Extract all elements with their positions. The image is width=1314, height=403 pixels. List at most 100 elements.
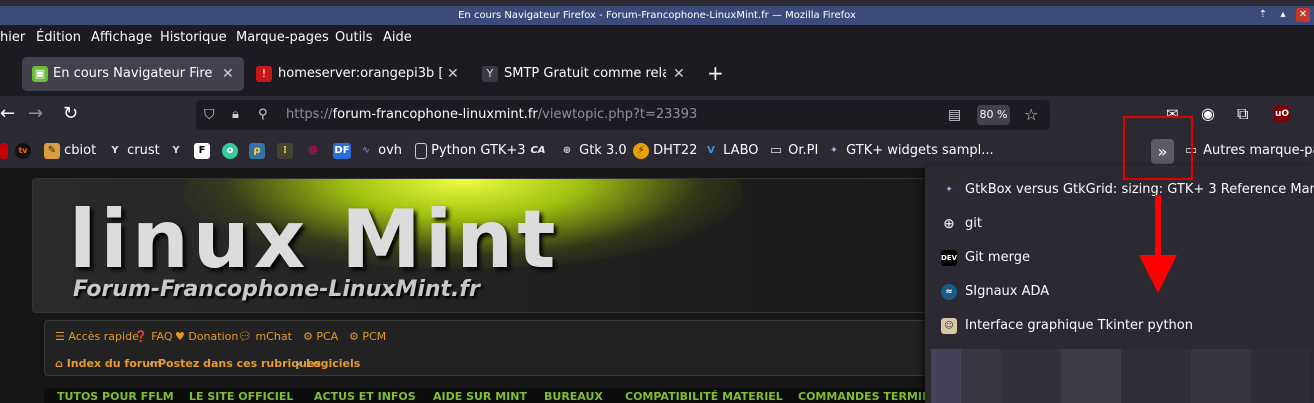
bookmark-item[interactable]: [0, 142, 8, 160]
bookmark-item[interactable]: @: [305, 142, 321, 160]
bookmark-dht22[interactable]: ⚡ DHT22: [633, 142, 697, 160]
category-link[interactable]: ACTUS ET INFOS: [314, 390, 416, 403]
bookmark-python-gtk3[interactable]: Python GTK+3: [415, 142, 526, 160]
tab[interactable]: Y SMTP Gratuit comme relais ✕: [474, 57, 692, 91]
dev-favicon-icon: DEV: [941, 250, 957, 266]
category-link[interactable]: COMMANDES TERMINA: [798, 390, 940, 403]
window-restore-icon[interactable]: ▴: [1276, 8, 1290, 22]
tab[interactable]: ! homeserver:orangepi3b [Cy ✕: [248, 57, 470, 91]
menu-file[interactable]: hier: [0, 30, 25, 45]
tab-close-icon[interactable]: ✕: [222, 57, 234, 91]
forward-icon[interactable]: →: [28, 104, 43, 124]
category-link[interactable]: LE SITE OFFICIEL: [189, 390, 293, 403]
reader-view-icon[interactable]: ▤: [948, 100, 961, 130]
zoom-level-button[interactable]: 80 %: [977, 105, 1010, 125]
nav-bar: ← → ↻ ⛉ 🔒︎ ⚲ https://forum-francophone-l…: [0, 96, 1314, 134]
bookmark-item[interactable]: DF: [333, 142, 351, 160]
bookmark-gtk30[interactable]: ⊕ Gtk 3.0: [559, 142, 627, 160]
linuxmint-favicon-icon: ▣: [32, 66, 48, 82]
reload-icon[interactable]: ↻: [63, 104, 78, 124]
y-favicon-icon: Y: [482, 66, 498, 82]
overflow-bookmark-git-merge[interactable]: DEV Git merge: [925, 241, 1314, 275]
breadcrumb-logiciels[interactable]: Logiciels: [306, 357, 360, 370]
forum-category-bar: TUTOS POUR FFLM LE SITE OFFICIEL ACTUS E…: [44, 388, 944, 403]
bookmark-ovh[interactable]: ∿ ovh: [358, 142, 402, 160]
quick-access-link[interactable]: ☰ Accès rapide: [55, 330, 139, 343]
crust-favicon-icon: Y: [111, 144, 119, 156]
ublock-icon[interactable]: uO: [1274, 106, 1290, 122]
mchat-link[interactable]: 💬︎ mChat: [238, 330, 292, 343]
bookmark-folder-orpi[interactable]: ▭ Or.PI: [768, 142, 819, 160]
breadcrumb-separator: ‹: [297, 357, 302, 370]
overflow-bookmark-gtkbox[interactable]: ✦ GtkBox versus GtkGrid: sizing: GTK+ 3 …: [925, 173, 1314, 207]
faq-link[interactable]: ❓ FAQ: [134, 330, 173, 343]
debian-favicon-icon: @: [308, 144, 318, 156]
bookmark-item[interactable]: Y: [168, 142, 184, 160]
bookmark-label: Gtk 3.0: [579, 143, 627, 158]
tab-active[interactable]: ▣ En cours Navigateur Firefox ✕: [22, 57, 244, 91]
window-maximize-icon[interactable]: ⇡: [1256, 8, 1270, 22]
bookmark-crust[interactable]: Y crust: [107, 142, 159, 160]
python-favicon-icon: ρ: [249, 142, 265, 159]
link-label: FAQ: [151, 330, 173, 343]
tab-label: SMTP Gratuit comme relais: [504, 66, 666, 81]
bookmark-label: cbiot: [64, 143, 97, 158]
annotation-arrowhead-icon: [1139, 255, 1177, 293]
other-bookmarks-folder[interactable]: ▭ Autres marque-pag: [1183, 142, 1314, 160]
bookmark-label: LABO: [723, 143, 759, 158]
breadcrumb-index[interactable]: ⌂ Index du forum: [55, 357, 162, 370]
pcm-link[interactable]: ⚙ PCM: [349, 330, 386, 343]
url-bar[interactable]: ⛉ 🔒︎ ⚲ https://forum-francophone-linuxmi…: [196, 100, 1050, 130]
dht-favicon-icon: ⚡: [633, 142, 649, 159]
tab-label: homeserver:orangepi3b [Cy: [278, 66, 443, 81]
permissions-icon[interactable]: ⚲: [258, 100, 268, 130]
tab-close-icon[interactable]: ✕: [673, 57, 685, 91]
category-link[interactable]: BUREAUX: [544, 390, 603, 403]
new-tab-button[interactable]: +: [707, 61, 724, 85]
bookmark-gtk-widgets[interactable]: ✦ GTK+ widgets sampl...: [826, 142, 994, 160]
lock-icon[interactable]: 🔒︎: [232, 100, 239, 130]
overflow-bookmark-tkinter[interactable]: ☺ Interface graphique Tkinter python: [925, 309, 1314, 343]
url-path: /viewtopic.php?t=23393: [537, 107, 698, 122]
bookmark-label: DHT22: [653, 143, 698, 158]
tkinter-favicon-icon: ☺: [941, 318, 957, 334]
bookmark-label: Interface graphique Tkinter python: [965, 318, 1193, 333]
bookmark-item[interactable]: F: [194, 142, 210, 160]
bookmark-cbiot[interactable]: ✎ cbiot: [44, 142, 96, 160]
category-link[interactable]: AIDE SUR MINT: [433, 390, 527, 403]
bookmark-label: GTK+ widgets sampl...: [846, 143, 994, 158]
extensions-icon[interactable]: ⧉: [1237, 104, 1248, 124]
bookmark-item[interactable]: ρ: [249, 142, 265, 160]
menu-help[interactable]: Aide: [383, 30, 412, 45]
bookmark-item[interactable]: tv: [15, 142, 31, 160]
forum-header-banner[interactable]: linux Mint Forum-Francophone-LinuxMint.f…: [32, 178, 932, 313]
overflow-bookmark-signaux-ada[interactable]: ≈ SIgnaux ADA: [925, 275, 1314, 309]
window-close-icon[interactable]: ✕: [1296, 8, 1310, 22]
url-prefix: https://: [286, 107, 333, 122]
link-label: PCM: [362, 330, 387, 343]
account-icon[interactable]: ◉: [1201, 104, 1215, 124]
gtk-favicon-icon: ✦: [945, 185, 953, 195]
overflow-bookmark-git[interactable]: ⊕ git: [925, 207, 1314, 241]
bookmarks-bar: tv ✎ cbiot Y crust Y F o ρ ⁝ @ DF ∿ ovh …: [0, 134, 1314, 168]
shield-icon[interactable]: ⛉: [204, 100, 215, 130]
alert-favicon-icon: !: [256, 66, 272, 82]
tab-close-icon[interactable]: ✕: [447, 57, 459, 91]
back-icon[interactable]: ←: [0, 104, 15, 124]
bookmark-labo[interactable]: V LABO: [703, 142, 759, 160]
star-bookmark-icon[interactable]: ☆: [1024, 100, 1038, 130]
bookmark-favicon-icon: [0, 142, 8, 159]
bookmark-item[interactable]: ⁝: [277, 142, 293, 160]
bookmark-item[interactable]: o: [222, 142, 238, 160]
category-link[interactable]: TUTOS POUR FFLM: [57, 390, 174, 403]
category-link[interactable]: COMPATIBILITÉ MATERIEL: [625, 390, 783, 403]
menu-edit[interactable]: Édition: [36, 30, 81, 45]
menu-bookmarks[interactable]: Marque-pages: [236, 30, 329, 45]
bookmark-item[interactable]: CA: [530, 142, 546, 160]
donation-link[interactable]: ♥ Donation: [175, 330, 238, 343]
menu-tools[interactable]: Outils: [335, 30, 373, 45]
menu-view[interactable]: Affichage: [91, 30, 152, 45]
link-label: mChat: [255, 330, 292, 343]
menu-history[interactable]: Historique: [160, 30, 227, 45]
pca-link[interactable]: ⚙ PCA: [303, 330, 338, 343]
